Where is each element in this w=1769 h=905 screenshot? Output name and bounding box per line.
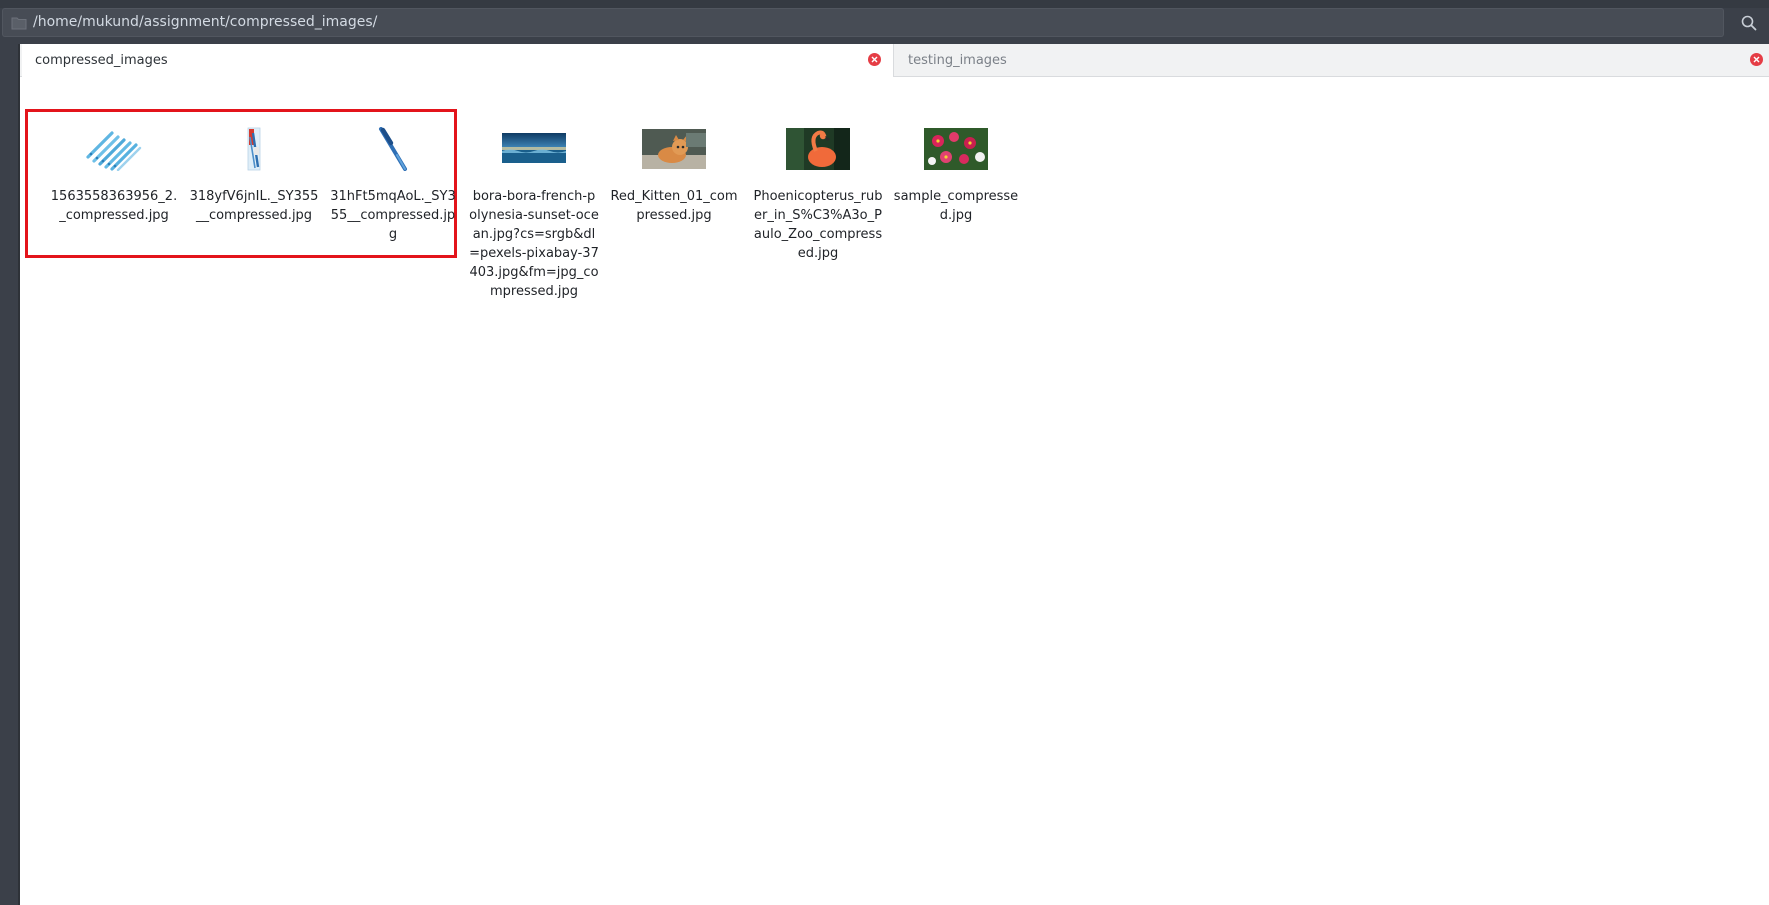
file-view-panel: compressed_images testing_images 1563558… [20,44,1769,905]
side-margin [0,44,19,905]
tab-close-button[interactable] [868,53,881,66]
file-name: 31hFt5mqAoL._SY355__compressed.jpg [330,189,456,242]
close-icon [1753,56,1760,63]
file-name: 318yfV6jnIL._SY355__compressed.jpg [189,189,319,223]
file-name: Phoenicopterus_ruber_in_S%C3%A3o_Paulo_Z… [753,189,883,261]
flowers-thumbnail [924,128,988,170]
tab-label: testing_images [908,53,1007,68]
file-name: sample_compressed.jpg [893,189,1019,223]
pen-pack-thumbnail [222,127,286,171]
tab-label: compressed_images [35,53,168,68]
file-name: bora-bora-french-polynesia-sunset-ocean.… [469,189,599,299]
flamingo-thumbnail [786,128,850,170]
file-item[interactable]: 318yfV6jnIL._SY355__compressed.jpg [186,127,322,225]
tab-bar: compressed_images testing_images [20,44,1769,77]
tab-compressed-images[interactable]: compressed_images [22,44,894,77]
pens-thumbnail [82,127,146,171]
folder-icon [11,17,27,30]
icon-grid: 1563558363956_2._compressed.jpg 318yfV6j… [20,77,1769,905]
file-item[interactable]: 31hFt5mqAoL._SY355__compressed.jpg [325,127,461,244]
ocean-sunset-thumbnail [502,133,566,163]
search-button[interactable] [1734,8,1764,37]
location-path[interactable]: /home/mukund/assignment/compressed_image… [33,14,377,31]
file-item[interactable]: sample_compressed.jpg [888,127,1024,225]
file-name: Red_Kitten_01_compressed.jpg [610,189,738,223]
file-item[interactable]: Red_Kitten_01_compressed.jpg [606,127,742,225]
tab-testing-images[interactable]: testing_images [894,44,1769,76]
kitten-thumbnail [642,129,706,169]
file-item[interactable]: 1563558363956_2._compressed.jpg [46,127,182,225]
search-icon [1741,15,1757,30]
location-bar[interactable]: /home/mukund/assignment/compressed_image… [2,8,1724,37]
location-toolbar: /home/mukund/assignment/compressed_image… [0,0,1769,44]
blue-pen-thumbnail [361,127,425,171]
toolbar-top-strip [0,0,1769,8]
tab-close-button[interactable] [1750,53,1763,66]
file-name: 1563558363956_2._compressed.jpg [50,189,178,223]
file-item[interactable]: bora-bora-french-polynesia-sunset-ocean.… [466,127,602,301]
close-icon [871,56,878,63]
file-item[interactable]: Phoenicopterus_ruber_in_S%C3%A3o_Paulo_Z… [750,127,886,263]
